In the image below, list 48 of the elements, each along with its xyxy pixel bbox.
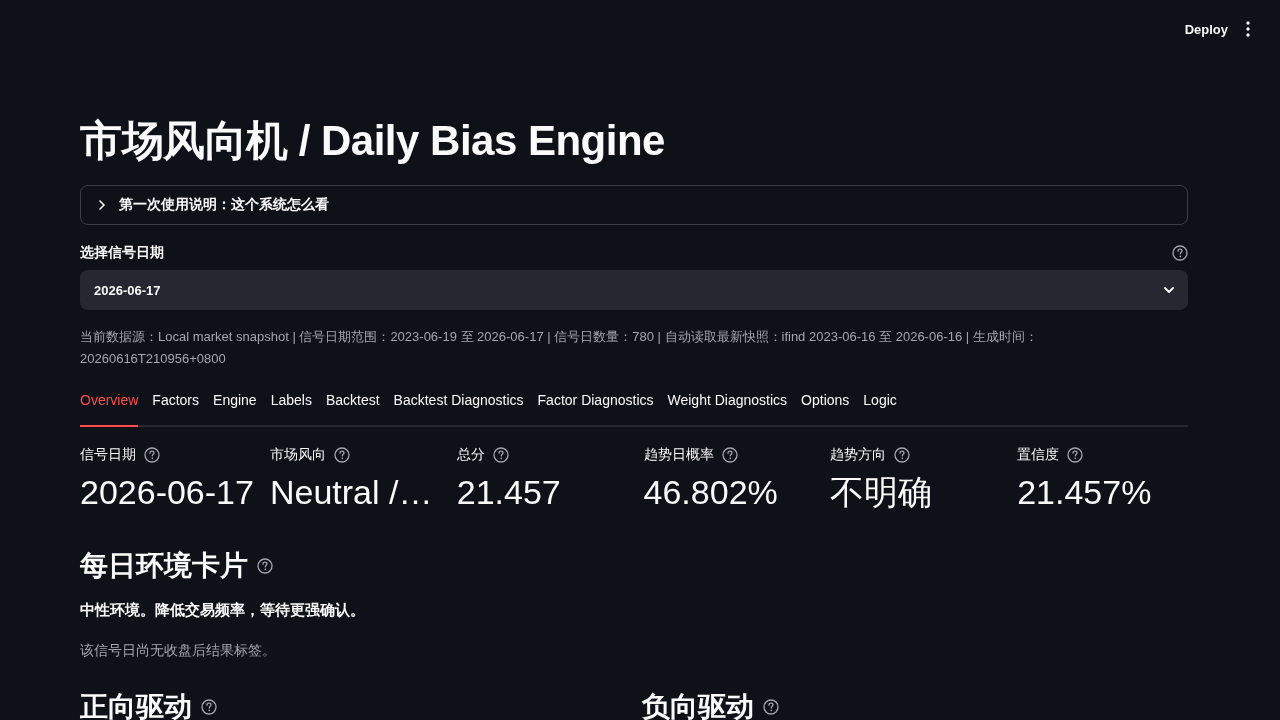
metric-value: Neutral /… xyxy=(269,472,434,513)
tab[interactable]: Weight Diagnostics xyxy=(667,388,788,427)
help-icon[interactable] xyxy=(1067,447,1084,463)
help-icon[interactable] xyxy=(257,558,273,574)
metric-label: 总分 xyxy=(456,446,485,464)
section-heading: 负向驱动 xyxy=(642,692,754,720)
tab[interactable]: Overview xyxy=(80,388,139,427)
select-value: 2026-06-17 xyxy=(94,282,161,298)
help-icon[interactable] xyxy=(333,447,350,463)
metric-label: 信号日期 xyxy=(80,446,136,464)
tab[interactable]: Factor Diagnostics xyxy=(537,388,654,427)
help-icon[interactable] xyxy=(894,447,911,463)
help-icon[interactable] xyxy=(1172,245,1188,261)
section-heading: 正向驱动 xyxy=(80,692,192,720)
help-icon[interactable] xyxy=(144,447,160,463)
metric-label: 趋势方向 xyxy=(830,446,887,464)
metric-label: 趋势日概率 xyxy=(643,446,714,464)
metric-value: 2026-06-17 xyxy=(80,472,254,513)
tab[interactable]: Labels xyxy=(270,388,312,427)
summary-text: 中性环境。降低交易频率，等待更强确认。 xyxy=(80,600,366,620)
tab[interactable]: Backtest xyxy=(325,388,380,427)
tab[interactable]: Logic xyxy=(863,388,897,427)
date-select[interactable]: 2026-06-17 xyxy=(80,270,1188,310)
tab[interactable]: Factors xyxy=(152,388,200,427)
more-menu-icon[interactable] xyxy=(1246,21,1250,37)
help-icon[interactable] xyxy=(721,447,738,463)
expander[interactable]: 第一次使用说明：这个系统怎么看 xyxy=(80,185,1188,225)
metric-label: 置信度 xyxy=(1017,446,1060,464)
tab[interactable]: Options xyxy=(801,388,850,427)
tab[interactable]: Engine xyxy=(213,388,257,427)
chevron-icon xyxy=(99,200,105,210)
chevron-down-icon xyxy=(1164,287,1174,293)
help-icon[interactable] xyxy=(492,447,509,463)
page-title: 市场风向机 / Daily Bias Engine xyxy=(80,116,666,166)
metric-value: 不明确 xyxy=(830,472,934,513)
deploy-button[interactable]: Deploy xyxy=(1182,15,1230,43)
field-label: 选择信号日期 xyxy=(80,244,164,262)
metric-value: 21.457 xyxy=(456,472,562,513)
metric-value: 46.802% xyxy=(643,472,779,513)
section-heading: 每日环境卡片 xyxy=(80,549,248,583)
tab[interactable]: Backtest Diagnostics xyxy=(393,388,524,427)
note-caption: 该信号日尚无收盘后结果标签。 xyxy=(80,641,277,660)
help-icon[interactable] xyxy=(201,699,217,715)
metric-value: 21.457% xyxy=(1017,472,1153,513)
metric-label: 市场风向 xyxy=(269,446,326,464)
expander-label: 第一次使用说明：这个系统怎么看 xyxy=(119,196,329,214)
help-icon[interactable] xyxy=(763,699,779,715)
data-source-caption: 当前数据源：Local market snapshot | 信号日期范围：2023-06-19 至 2026-06-17 | 信号日数量：780 | 自动读取最新快照：ifind 2023-06-16 至 2026-06-16 | 生成时间：20260616T210956+0800 xyxy=(80,328,1039,368)
